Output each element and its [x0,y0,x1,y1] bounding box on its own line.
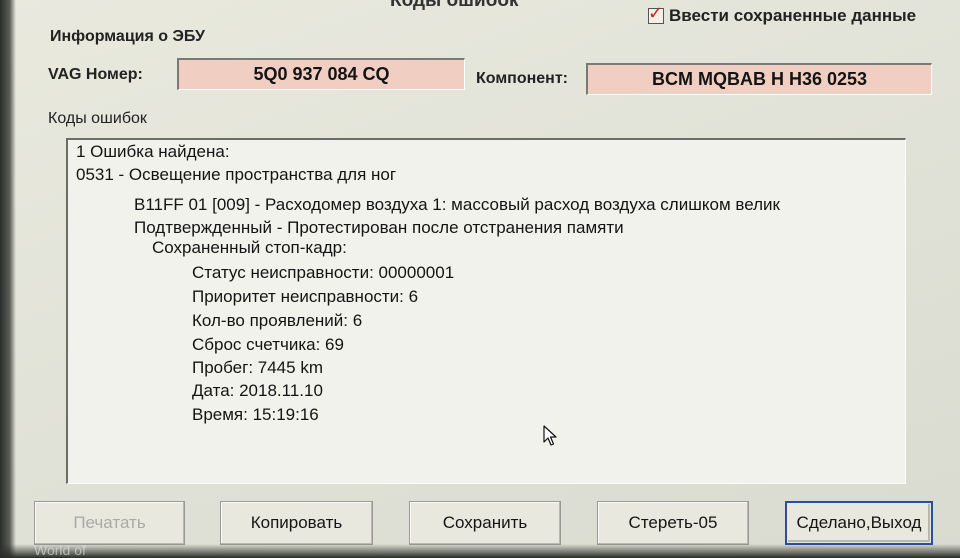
fault-line: Кол-во проявлений: 6 [192,311,363,330]
clear-button[interactable]: Стереть-05 [597,501,749,545]
mouse-cursor-icon [543,425,557,446]
save-data-checkbox[interactable]: ✓ [648,3,664,24]
fault-codes-group-label: Коды ошибок [48,110,147,127]
fault-line: Пробег: 7445 km [192,358,323,377]
ecu-info-group-label: Информация о ЭБУ [50,28,205,45]
screen-bezel-bottom [0,544,960,558]
save-data-checkbox-label: Ввести сохраненные данные [669,6,917,25]
vag-number-field[interactable]: 5Q0 937 084 CQ [177,58,465,90]
fault-line: Статус неисправности: 00000001 [192,263,455,282]
vag-number-label: VAG Номер: [48,66,143,83]
fault-line: 1 Ошибка найдена: [76,142,230,161]
done-exit-button[interactable]: Сделано,Выход [785,501,933,545]
save-data-checkbox-row[interactable]: ✓ Ввести сохраненные данные [648,3,917,26]
screen-bezel-left [0,0,16,558]
component-label: Компонент: [476,70,568,87]
fault-line: B11FF 01 [009] - Расходомер воздуха 1: м… [134,195,780,214]
copy-button[interactable]: Копировать [220,501,373,545]
fault-line: Время: 15:19:16 [192,405,319,424]
fault-line: Подтвержденный - Протестирован после отс… [134,218,624,237]
component-field[interactable]: BCM MQBAB H H36 0253 [586,63,932,95]
print-button[interactable]: Печатать [34,501,185,545]
fault-line: Сохраненный стоп-кадр: [152,238,347,257]
fault-codes-screen: Коды ошибок ✓ Ввести сохраненные данные … [0,0,960,558]
fault-line: 0531 - Освещение пространства для ног [76,165,397,184]
fault-line: Приоритет неисправности: 6 [192,287,419,306]
save-button[interactable]: Сохранить [409,501,561,545]
fault-line: Сброс счетчика: 69 [192,335,344,354]
window-title: Коды ошибок [390,0,519,11]
fault-line: Дата: 2018.11.10 [192,381,323,400]
fault-codes-textbox[interactable]: 1 Ошибка найдена: 0531 - Освещение прост… [66,138,906,484]
footer-text: World of [34,542,86,558]
checkmark-icon: ✓ [648,3,664,23]
